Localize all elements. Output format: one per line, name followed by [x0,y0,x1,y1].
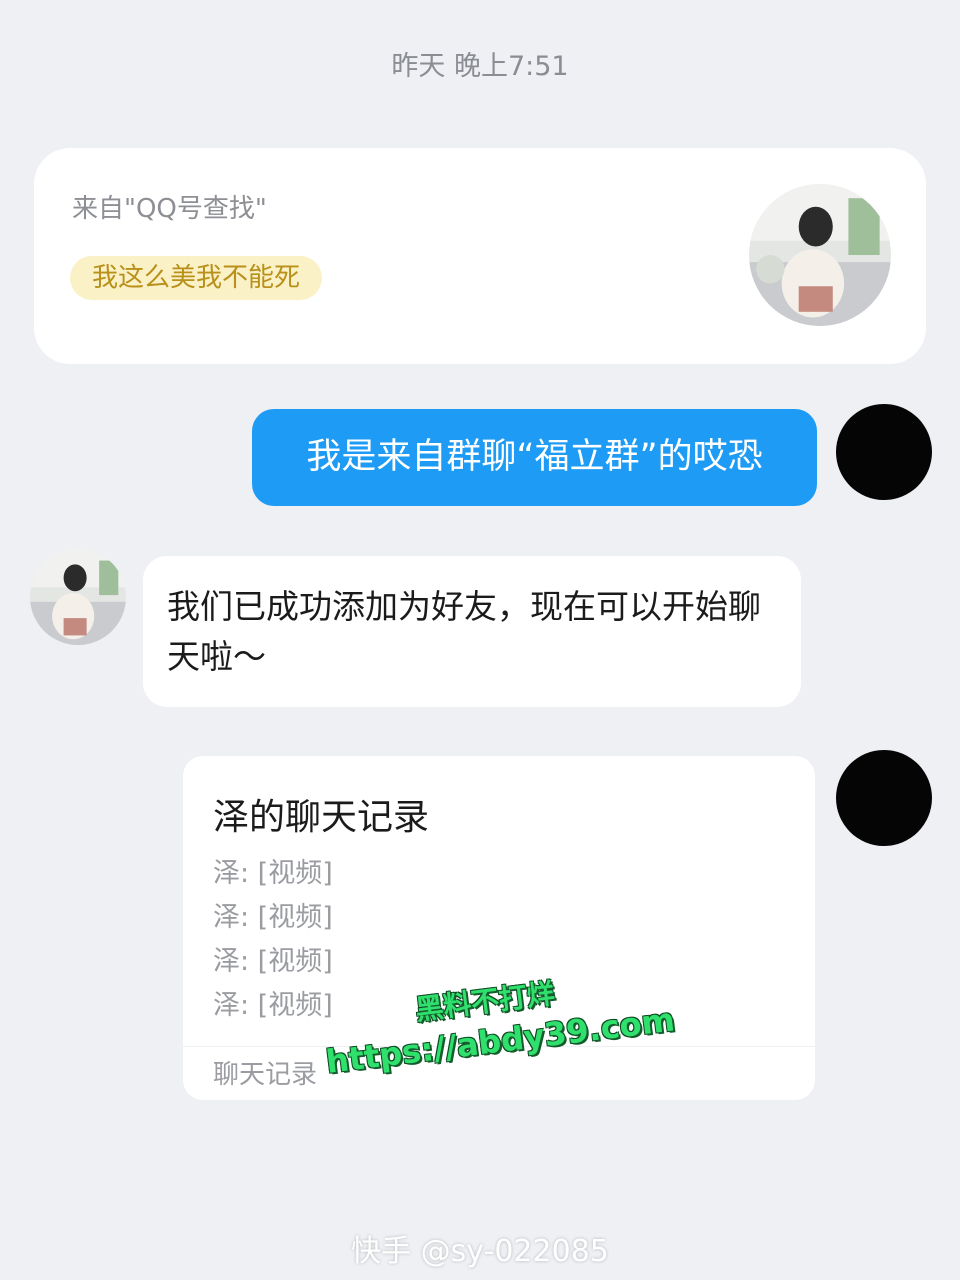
history-title: 泽的聊天记录 [213,797,430,838]
friend-avatar[interactable] [30,549,126,645]
avatar-photo-icon [30,549,126,645]
profile-signature-tag: 我这么美我不能死 [70,256,323,300]
history-preview-line: 泽: [视频] [213,990,333,1021]
profile-source-label: 来自"QQ号查找" [72,194,267,224]
chat-timestamp: 昨天 晚上7:51 [391,51,569,82]
incoming-message-text: 我们已成功添加为好友，现在可以开始聊天啦～ [167,587,761,676]
my-avatar[interactable] [836,404,932,500]
history-preview-line: 泽: [视频] [213,858,333,889]
my-avatar-2[interactable] [836,750,932,846]
profile-avatar[interactable] [749,184,891,326]
history-footer-label: 聊天记录 [213,1060,318,1090]
history-preview-line: 泽: [视频] [213,946,333,977]
friend-profile-card[interactable]: 来自"QQ号查找" 我这么美我不能死 [34,148,926,364]
outgoing-message-bubble[interactable]: 我是来自群聊“福立群”的哎恐 [252,409,817,506]
history-preview-list: 泽: [视频] 泽: [视频] 泽: [视频] 泽: [视频] [213,852,333,1028]
incoming-message-bubble[interactable]: 我们已成功添加为好友，现在可以开始聊天啦～ [143,556,801,707]
avatar-photo-icon [749,184,891,326]
platform-watermark: 快手 @sy-022085 [351,1234,609,1269]
history-preview-line: 泽: [视频] [213,902,333,933]
